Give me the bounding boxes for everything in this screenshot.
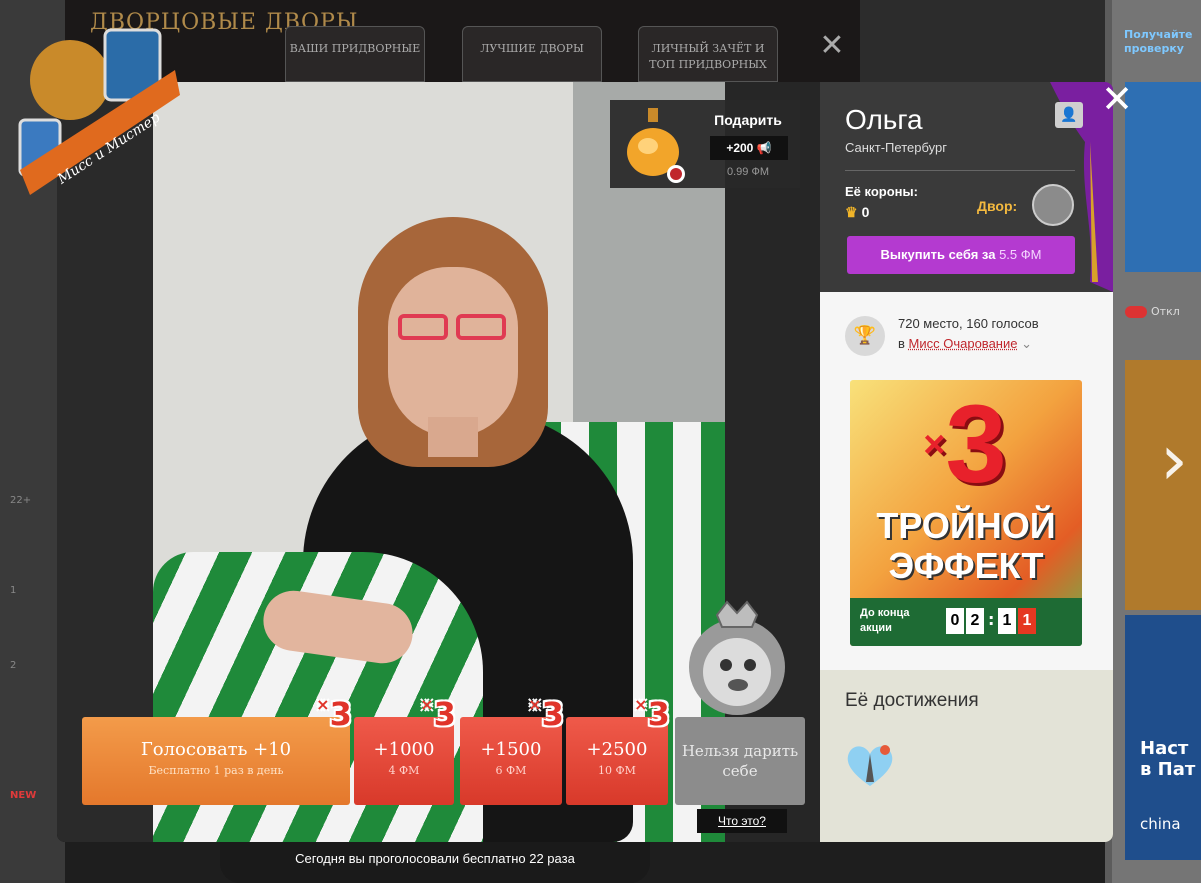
promo-until-label: До конца акции (860, 607, 910, 634)
vote-free-button[interactable]: Голосовать +10 Бесплатно 1 раз в день ×3 (82, 695, 352, 805)
crown-icon: ♛ (845, 204, 858, 220)
vote-1500-button[interactable]: +1500 6 ФМ ×3 (460, 695, 564, 805)
ranking-section: 🏆 720 место, 160 голосов в Мисс Очарован… (820, 292, 1113, 670)
gift-points: +200 📢 (710, 136, 788, 160)
profile-side-panel: Ольга Санкт-Петербург 👤 Её короны: ♛ 0 Дв… (820, 82, 1113, 842)
crowns-label: Её короны: (845, 184, 918, 199)
vote-2500-button[interactable]: +2500 10 ФМ ×3 (566, 695, 670, 805)
megaphone-icon: 📢 (756, 141, 772, 155)
promo-title-line1: ТРОЙНОЙ (876, 505, 1056, 546)
countdown-separator: : (988, 610, 995, 629)
countdown-digit: 2 (966, 608, 984, 634)
vote-free-label: Голосовать +10 (140, 739, 292, 760)
x3-badge-icon: ×3 (420, 695, 456, 733)
x3-badge-icon: ×3 (316, 695, 352, 733)
achievements-title: Её достижения (845, 690, 979, 711)
gift-widget[interactable]: Подарить +200 📢 0.99 ФМ (610, 100, 800, 188)
left-badge: 2 (10, 660, 17, 671)
what-is-this-link[interactable]: Что это? (697, 809, 787, 833)
gift-price: 0.99 ФМ (727, 166, 769, 178)
tab-your-courtiers[interactable]: ВАШИ ПРИДВОРНЫЕ (285, 26, 425, 82)
user-profile-icon[interactable]: 👤 (1055, 102, 1083, 128)
vote-self-disabled-button: Нельзя дарить себе (675, 717, 805, 805)
countdown-digit: 1 (1018, 608, 1036, 634)
vote-1500-label: +1500 (480, 739, 542, 760)
rank-line: 720 место, 160 голосов (898, 316, 1039, 331)
vote-1000-price: 4 ФМ (388, 764, 420, 777)
chevron-down-icon[interactable]: ⌄ (1021, 336, 1032, 351)
promo-title-line2: ЭФФЕКТ (888, 545, 1044, 586)
lion-mascot-icon (689, 600, 785, 715)
right-ad-headline: Наст в Пат (1140, 738, 1196, 780)
court-avatar[interactable] (1032, 184, 1074, 226)
promo-x3-icon: ×3 (923, 383, 1007, 506)
left-badge: 1 (10, 585, 17, 596)
photo-glasses (456, 314, 506, 340)
tab-personal-standings[interactable]: ЛИЧНЫЙ ЗАЧЁТ И ТОП ПРИДВОРНЫХ (638, 26, 778, 82)
vote-1000-label: +1000 (373, 739, 435, 760)
profile-name: Ольга (845, 104, 923, 135)
profile-header: Ольга Санкт-Петербург 👤 Её короны: ♛ 0 Дв… (820, 82, 1113, 292)
profile-city: Санкт-Петербург (845, 140, 947, 155)
buy-self-button[interactable]: Выкупить себя за 5.5 ФМ (847, 236, 1075, 274)
trophy-icon: 🏆 (845, 316, 885, 356)
vote-free-sublabel: Бесплатно 1 раз в день (148, 764, 284, 777)
ads-toggle-label: Откл (1151, 305, 1180, 318)
x3-badge-icon: ×3 (634, 695, 670, 733)
photo-person-face (388, 267, 518, 437)
perfume-bottle-icon (627, 108, 685, 183)
tab-best-courts[interactable]: ЛУЧШИЕ ДВОРЫ (462, 26, 602, 82)
paris-heart-achievement-icon[interactable] (845, 742, 895, 788)
gift-label: Подарить (714, 112, 782, 128)
contest-link[interactable]: Мисс Очарование (909, 336, 1018, 351)
right-ad-link[interactable]: china (1140, 815, 1181, 833)
divider (845, 170, 1075, 171)
miss-mister-logo[interactable]: Мисс и Мистер (0, 10, 180, 200)
toggle-switch-icon (1125, 306, 1147, 318)
crowns-value: ♛ 0 (845, 204, 870, 220)
photo-glasses (398, 314, 448, 340)
new-badge: NEW (10, 790, 37, 801)
photo-person-neck (428, 417, 478, 457)
ads-toggle[interactable]: Откл (1125, 305, 1201, 325)
promo-countdown-bar: До конца акции 0 2 : 1 1 (850, 598, 1082, 646)
rank-text: 720 место, 160 голосов в Мисс Очарование… (898, 314, 1098, 354)
close-icon[interactable]: ✕ (1100, 80, 1134, 118)
photo-viewer-modal: Подарить +200 📢 0.99 ФМ Голосовать +10 Б… (57, 82, 1113, 842)
x3-badge-icon: ×3 (528, 695, 564, 733)
vote-2500-price: 10 ФМ (598, 764, 636, 777)
vote-self-label: Нельзя дарить себе (681, 742, 799, 780)
right-ad-card[interactable] (1125, 82, 1201, 272)
background-close-icon[interactable]: ✕ (812, 26, 852, 66)
triple-effect-promo[interactable]: ×3 ТРОЙНОЙ ЭФФЕКТ До конца акции 0 2 : 1… (850, 380, 1082, 646)
vote-1000-button[interactable]: +1000 4 ФМ ×3 (354, 695, 456, 805)
countdown-digit: 0 (946, 608, 964, 634)
vote-2500-label: +2500 (586, 739, 648, 760)
left-badge: 22+ (10, 495, 32, 506)
vote-1500-price: 6 ФМ (495, 764, 527, 777)
chevron-right-icon[interactable]: › (1160, 420, 1200, 500)
court-label: Двор: (977, 198, 1018, 214)
top-right-area (860, 0, 1105, 82)
free-votes-footer: Сегодня вы проголосовали бесплатно 22 ра… (220, 842, 650, 883)
countdown-digit: 1 (998, 608, 1016, 634)
